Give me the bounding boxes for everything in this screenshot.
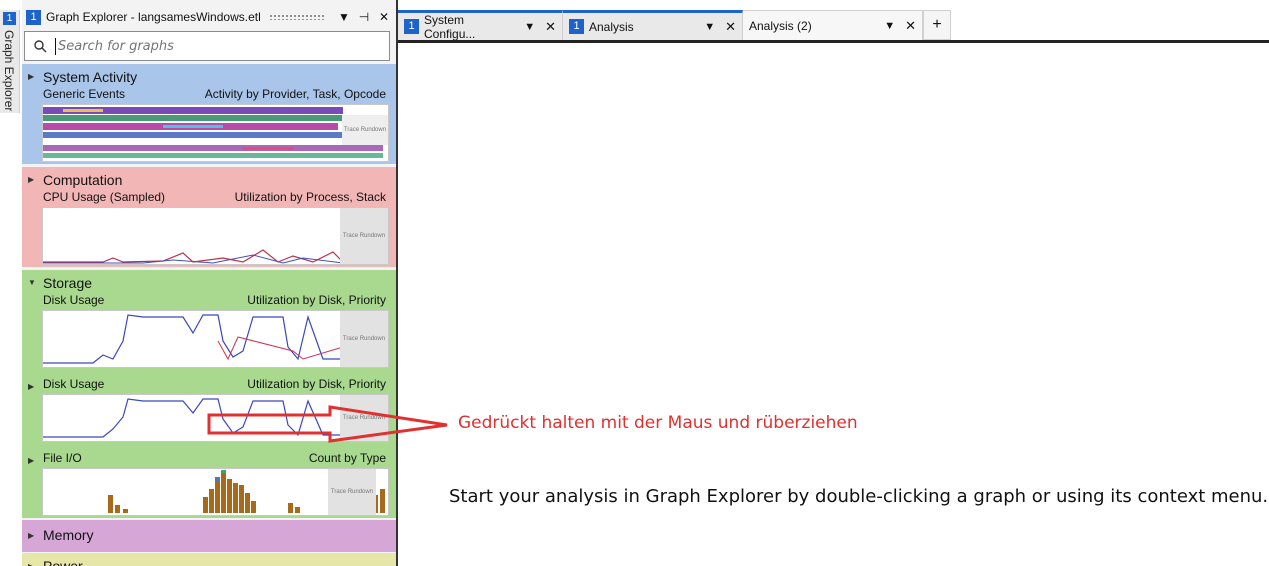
tab-analysis[interactable]: 1 Analysis ▼ ✕ [563, 10, 743, 40]
dropdown-icon[interactable]: ▼ [704, 21, 715, 33]
category-title: Computation [43, 172, 123, 188]
category-power[interactable]: ▶ Power [22, 553, 396, 566]
tab-label: Analysis (2) [749, 18, 812, 33]
side-tab-label: Graph Explorer [2, 30, 16, 112]
graph-title: Disk Usage [43, 377, 105, 391]
panel-title: Graph Explorer - langsamesWindows.etl [46, 10, 261, 24]
document-tab-strip: 1 System Configu... ▼ ✕ 1 Analysis ▼ ✕ A… [398, 10, 951, 41]
graph-title: Generic Events [43, 87, 126, 101]
category-memory[interactable]: ▶ Memory [22, 520, 396, 552]
generic-events-thumbnail[interactable]: Trace Rundown [42, 104, 389, 162]
close-icon[interactable]: ✕ [545, 19, 556, 35]
disk-usage-thumbnail-1[interactable]: Trace Rundown [42, 310, 389, 368]
graph-subtitle: Count by Type [308, 451, 386, 465]
file-io-thumbnail[interactable]: Trace Rundown [42, 468, 389, 516]
cpu-usage-graph [43, 249, 388, 264]
graph-explorer-panel: 1 Graph Explorer - langsamesWindows.etl … [22, 0, 398, 566]
search-icon [34, 40, 47, 53]
dropdown-icon[interactable]: ▼ [524, 21, 535, 33]
graph-subtitle: Utilization by Process, Stack [234, 190, 386, 204]
empty-analysis-hint: Start your analysis in Graph Explorer by… [449, 486, 1269, 507]
expand-triangle-icon[interactable]: ▶ [28, 382, 34, 391]
panel-header: 1 Graph Explorer - langsamesWindows.etl … [22, 0, 396, 34]
expand-triangle-icon[interactable]: ▶ [28, 72, 34, 81]
category-title: Power [43, 558, 83, 566]
trace-rundown-region: Trace Rundown [340, 208, 388, 264]
tab-badge: 1 [569, 19, 584, 34]
search-input[interactable] [55, 37, 360, 55]
graph-subtitle: Utilization by Disk, Priority [247, 377, 386, 391]
graph-title: Disk Usage [43, 293, 105, 307]
close-icon[interactable]: ✕ [376, 10, 392, 24]
tab-strip-underline [398, 40, 1269, 43]
expand-triangle-icon[interactable]: ▶ [28, 456, 34, 465]
tab-label: System Configu... [424, 12, 476, 41]
category-title: System Activity [43, 69, 138, 85]
drag-arrow-icon [207, 405, 448, 443]
expand-triangle-icon[interactable]: ▶ [28, 531, 34, 540]
graph-subtitle: Utilization by Disk, Priority [247, 293, 386, 307]
tab-analysis-2[interactable]: Analysis (2) ▼ ✕ [743, 10, 923, 40]
pin-icon[interactable]: ⊣ [356, 10, 372, 24]
close-icon[interactable]: ✕ [725, 19, 736, 35]
trace-rundown-region: Trace Rundown [328, 469, 376, 515]
category-storage[interactable]: ▼ Storage Disk Usage Utilization by Disk… [22, 270, 396, 518]
search-box[interactable] [24, 31, 390, 61]
tab-system-configuration[interactable]: 1 System Configu... ▼ ✕ [398, 10, 563, 41]
dropdown-icon[interactable]: ▼ [336, 10, 352, 24]
drag-instruction-note: Gedrückt halten mit der Maus und rüberzi… [458, 413, 858, 433]
close-icon[interactable]: ✕ [905, 18, 916, 34]
tab-label: Analysis [589, 19, 634, 34]
category-computation[interactable]: ▶ Computation CPU Usage (Sampled) Utiliz… [22, 167, 396, 267]
collapse-triangle-icon[interactable]: ▼ [28, 278, 36, 287]
disk-usage-graph-1 [43, 314, 388, 364]
trace-rundown-region: Trace Rundown [340, 311, 388, 367]
expand-triangle-icon[interactable]: ▶ [28, 562, 34, 566]
side-tab-badge: 1 [3, 12, 16, 25]
category-system-activity[interactable]: ▶ System Activity Generic Events Activit… [22, 64, 396, 164]
generic-events-graph [43, 107, 383, 158]
dropdown-icon[interactable]: ▼ [884, 20, 895, 32]
panel-badge: 1 [26, 9, 41, 25]
panel-drag-handle[interactable] [268, 14, 324, 20]
category-title: Storage [43, 275, 93, 291]
trace-rundown-region: Trace Rundown [342, 115, 388, 145]
graph-subtitle: Activity by Provider, Task, Opcode [204, 87, 386, 101]
category-title: Memory [43, 527, 94, 543]
graph-title: File I/O [43, 451, 82, 465]
new-tab-button[interactable]: + [923, 10, 951, 40]
expand-triangle-icon[interactable]: ▶ [28, 175, 34, 184]
cpu-usage-thumbnail[interactable]: Trace Rundown [42, 207, 389, 265]
tab-badge: 1 [404, 19, 419, 34]
graph-title: CPU Usage (Sampled) [43, 190, 166, 204]
graph-explorer-side-tab[interactable]: 1 Graph Explorer [0, 10, 20, 113]
